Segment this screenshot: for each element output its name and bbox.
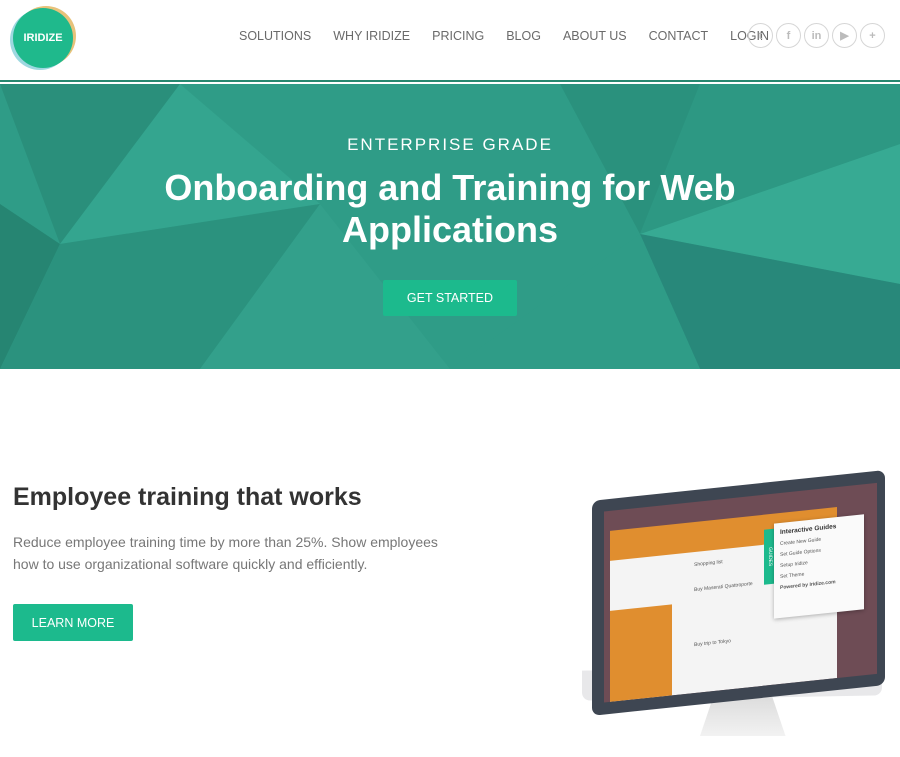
hero-kicker: ENTERPRISE GRADE — [347, 135, 553, 154]
youtube-icon[interactable]: ▶ — [832, 23, 857, 48]
logo[interactable]: IRIDIZE — [13, 8, 73, 68]
social-links: t f in ▶ + — [748, 23, 885, 48]
powered-by: Powered by Iridize.com — [780, 579, 836, 592]
nav-why-iridize[interactable]: WHY IRIDIZE — [333, 29, 410, 43]
hero-title: Onboarding and Training for Web Applicat… — [164, 167, 736, 250]
learn-more-button[interactable]: LEARN MORE — [13, 604, 133, 641]
nav-contact[interactable]: CONTACT — [649, 29, 709, 43]
main-nav: SOLUTIONS WHY IRIDIZE PRICING BLOG ABOUT… — [239, 29, 791, 43]
hero: ENTERPRISE GRADE Onboarding and Training… — [0, 84, 900, 369]
get-started-button[interactable]: GET STARTED — [383, 280, 517, 316]
monitor-screen: Shopping list Buy Maserati Quattroporte … — [592, 470, 885, 716]
header: IRIDIZE SOLUTIONS WHY IRIDIZE PRICING BL… — [0, 0, 900, 82]
twitter-icon[interactable]: t — [748, 23, 773, 48]
feature-description: Reduce employee training time by more th… — [13, 534, 438, 572]
nav-about-us[interactable]: ABOUT US — [563, 29, 627, 43]
linkedin-icon[interactable]: in — [804, 23, 829, 48]
feature-title: Employee training that works — [13, 483, 362, 511]
monitor-illustration: Shopping list Buy Maserati Quattroporte … — [582, 450, 887, 745]
nav-solutions[interactable]: SOLUTIONS — [239, 29, 311, 43]
guides-panel: Interactive Guides Create New Guide Set … — [774, 514, 864, 619]
nav-pricing[interactable]: PRICING — [432, 29, 484, 43]
nav-blog[interactable]: BLOG — [506, 29, 541, 43]
facebook-icon[interactable]: f — [776, 23, 801, 48]
plus-icon[interactable]: + — [860, 23, 885, 48]
